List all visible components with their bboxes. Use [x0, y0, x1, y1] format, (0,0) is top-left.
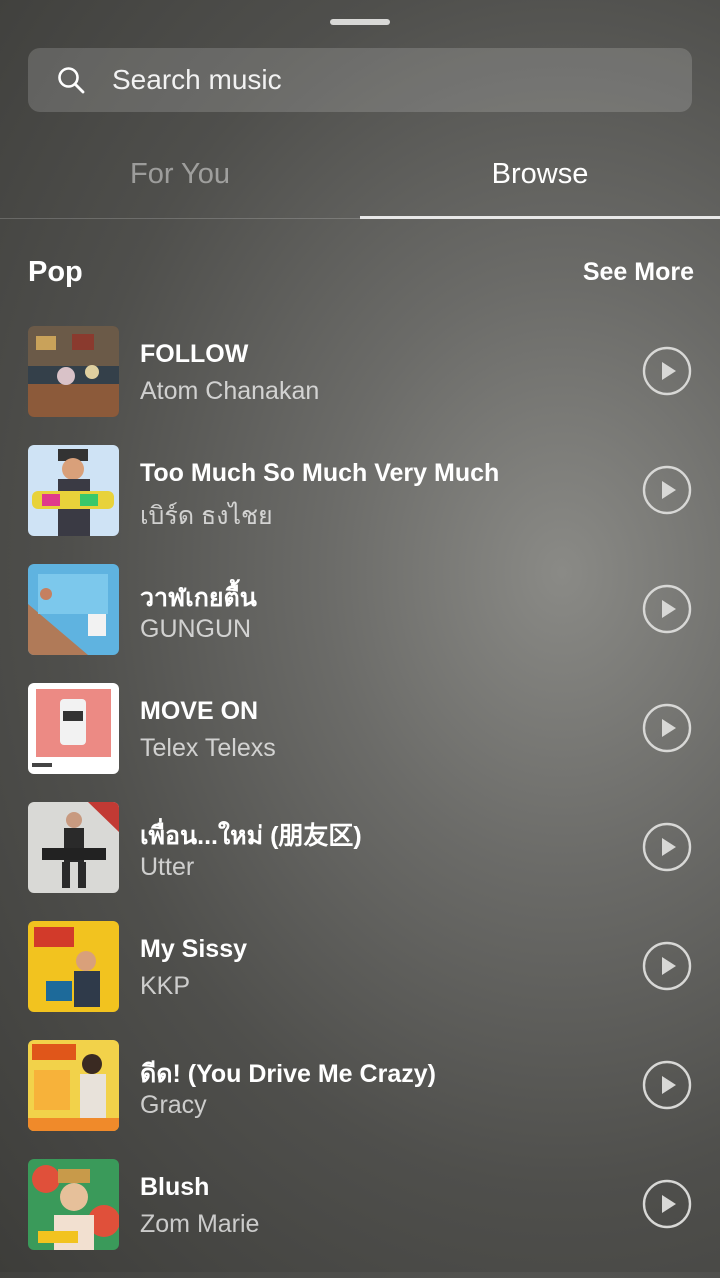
- track-artist: Telex Telexs: [140, 734, 276, 762]
- album-cover: [28, 1159, 119, 1250]
- album-cover: [28, 326, 119, 417]
- section-title: Pop: [28, 256, 83, 288]
- album-cover: [28, 1040, 119, 1131]
- track-artist: เบิร์ด ธงไชย: [140, 502, 273, 530]
- track-title: วาฬเกยตื้น: [140, 584, 257, 612]
- track-title: MOVE ON: [140, 697, 259, 725]
- sheet-drag-handle[interactable]: [330, 19, 390, 25]
- track-title: My Sissy: [140, 935, 248, 963]
- album-cover: [28, 683, 119, 774]
- track-artist: Atom Chanakan: [140, 377, 320, 405]
- play-icon[interactable]: [642, 346, 692, 396]
- album-cover: [28, 802, 119, 893]
- track-artist: GUNGUN: [140, 615, 252, 643]
- track-artist: KKP: [140, 972, 191, 1000]
- track-row[interactable]: ดีด! (You Drive Me Crazy) Gracy: [0, 1040, 720, 1159]
- play-icon[interactable]: [642, 703, 692, 753]
- search-bar[interactable]: Search music: [28, 48, 692, 112]
- track-list: FOLLOW Atom Chanakan Too Much So Much Ve…: [0, 326, 720, 1278]
- track-row[interactable]: Too Much So Much Very Much เบิร์ด ธงไชย: [0, 445, 720, 564]
- track-title: Blush: [140, 1173, 210, 1201]
- track-row[interactable]: เพื่อน...ใหม่ (朋友区) Utter: [0, 802, 720, 921]
- play-icon[interactable]: [642, 1060, 692, 1110]
- track-title: Too Much So Much Very Much: [140, 459, 500, 487]
- album-cover: [28, 564, 119, 655]
- track-row[interactable]: FOLLOW Atom Chanakan: [0, 326, 720, 445]
- play-icon[interactable]: [642, 941, 692, 991]
- play-icon[interactable]: [642, 822, 692, 872]
- track-artist: Zom Marie: [140, 1210, 260, 1238]
- active-tab-indicator: [360, 216, 720, 219]
- album-cover: [28, 445, 119, 536]
- track-row[interactable]: MOVE ON Telex Telexs: [0, 683, 720, 802]
- see-more-link[interactable]: See More: [583, 258, 694, 287]
- album-cover: [28, 921, 119, 1012]
- search-icon: [58, 67, 85, 94]
- track-artist: Utter: [140, 853, 195, 881]
- tab-browse[interactable]: Browse: [360, 158, 720, 191]
- track-row[interactable]: My Sissy KKP: [0, 921, 720, 1040]
- play-icon[interactable]: [642, 584, 692, 634]
- tab-bar: For You Browse: [0, 140, 720, 219]
- track-title: FOLLOW: [140, 340, 249, 368]
- track-row[interactable]: วาฬเกยตื้น GUNGUN: [0, 564, 720, 683]
- play-icon[interactable]: [642, 1179, 692, 1229]
- track-row[interactable]: Blush Zom Marie: [0, 1159, 720, 1278]
- search-placeholder[interactable]: Search music: [112, 64, 282, 96]
- play-icon[interactable]: [642, 465, 692, 515]
- track-title: ดีด! (You Drive Me Crazy): [140, 1060, 436, 1088]
- track-artist: Gracy: [140, 1091, 207, 1119]
- track-title: เพื่อน...ใหม่ (朋友区): [140, 822, 362, 850]
- tab-for-you[interactable]: For You: [0, 158, 360, 191]
